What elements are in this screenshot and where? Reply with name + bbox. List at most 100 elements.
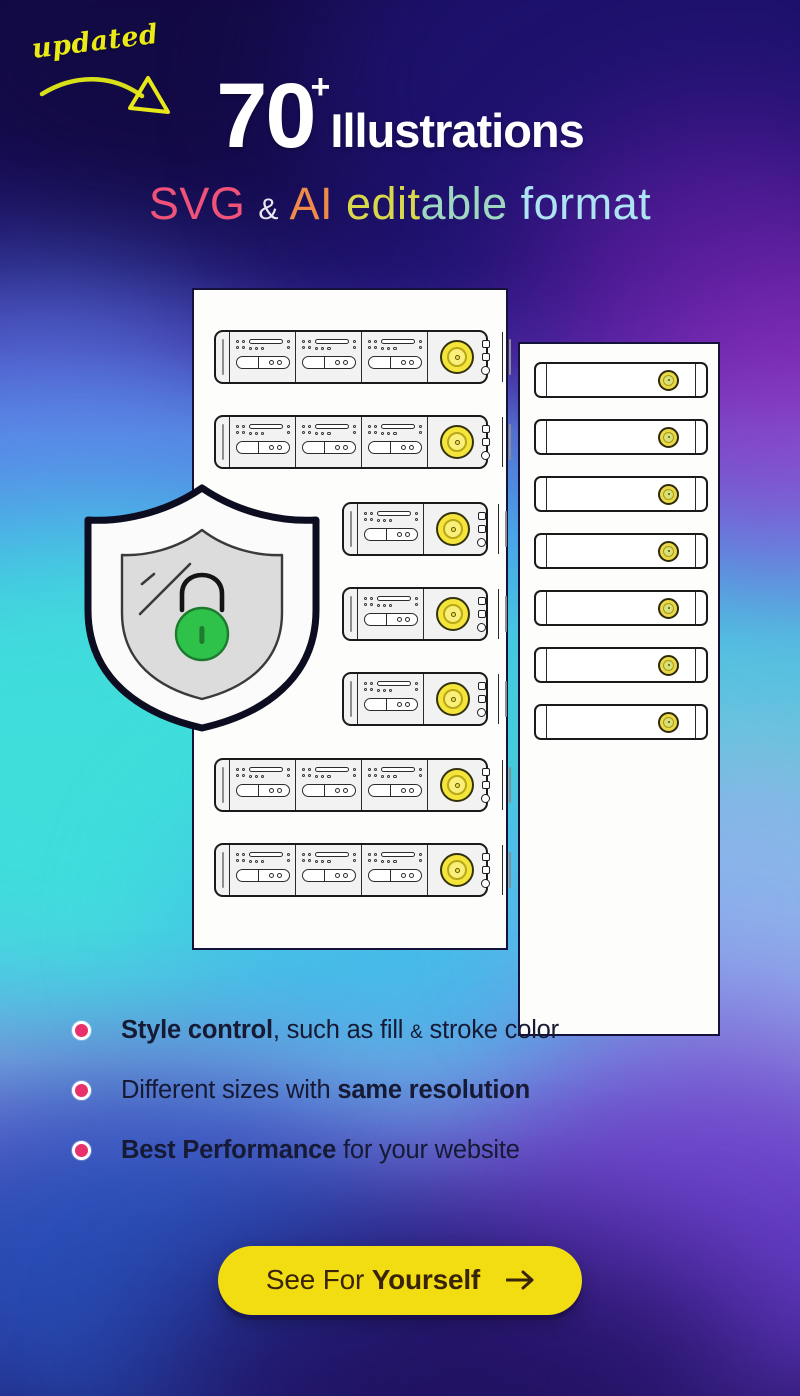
unit-segment (296, 332, 363, 382)
feature-item-style-control: Style control, such as fill & stroke col… (0, 1000, 800, 1060)
yellow-knob-small-icon (658, 654, 679, 676)
unit-ear-left (536, 706, 547, 738)
yellow-knob-icon (436, 512, 471, 546)
status-dots (364, 594, 419, 609)
status-dots (368, 850, 423, 865)
unit-ear-right (498, 504, 512, 554)
yellow-knob-icon (440, 340, 475, 374)
drive-bay (236, 784, 291, 797)
yellow-knob-icon (440, 425, 475, 459)
control-buttons (477, 681, 487, 717)
control-buttons (481, 852, 491, 888)
feature-text: Style control, such as fill & stroke col… (121, 1016, 559, 1045)
headline-word: Illustrations (330, 104, 584, 157)
status-dots (302, 422, 357, 437)
unit-ear-right (695, 592, 706, 624)
status-dots (368, 765, 423, 780)
slot-bar (314, 852, 349, 858)
control-buttons (481, 767, 491, 803)
see-for-yourself-button[interactable]: See For Yourself (217, 1246, 583, 1315)
yellow-knob-small-icon (658, 483, 679, 505)
unit-ear-left (536, 535, 547, 567)
slot-bar (248, 852, 283, 858)
feature-rest: for your website (336, 1135, 520, 1164)
unit-segment (230, 332, 297, 382)
subtitle-amp: & (258, 193, 279, 226)
yellow-knob-icon (436, 682, 471, 716)
subtitle-able: able (420, 178, 508, 229)
rack-unit-wide (214, 330, 511, 384)
feature-text: Best Performance for your website (121, 1136, 520, 1165)
control-buttons (477, 596, 487, 632)
yellow-knob-small-icon (658, 369, 679, 391)
unit-ear-left (344, 674, 358, 724)
control-panel (428, 417, 502, 467)
unit-ear-right (695, 535, 706, 567)
yellow-knob-icon (436, 597, 471, 631)
unit-ear-left (536, 478, 547, 510)
rack-unit-wide (214, 415, 511, 469)
unit-segment (362, 417, 429, 467)
unit-ear-left (536, 364, 547, 396)
unit-body (358, 504, 498, 554)
yellow-knob-small-icon (658, 540, 679, 562)
unit-segment (230, 845, 297, 895)
unit-ear-left (216, 845, 230, 895)
slot-bar (381, 424, 415, 430)
slot-bar (248, 339, 283, 345)
unit-body (547, 592, 695, 624)
cta-label-bold: Yourself (371, 1264, 481, 1295)
unit-ear-right (695, 706, 706, 738)
feature-item-performance: Best Performance for your website (0, 1120, 800, 1180)
unit-ear-left (216, 332, 230, 382)
unit-ear-left (536, 592, 547, 624)
control-panel (428, 332, 502, 382)
drive-bay (302, 441, 357, 454)
drive-bay (368, 441, 423, 454)
slot-bar (314, 339, 349, 345)
yellow-knob-icon (440, 853, 475, 887)
feature-bold-tail: same resolution (337, 1075, 530, 1104)
unit-ear-right (695, 649, 706, 681)
control-panel (424, 674, 498, 724)
unit-ear-left (536, 649, 547, 681)
unit-body (230, 417, 502, 467)
slot-bar (248, 424, 283, 430)
side-rack-unit (534, 362, 708, 398)
slot-bar (314, 767, 349, 773)
status-dots (364, 509, 419, 524)
control-panel (428, 845, 502, 895)
drive-bay (302, 869, 357, 882)
feature-amp: & (410, 1021, 423, 1043)
bullet-dot-icon (72, 1020, 91, 1040)
unit-ear-left (344, 589, 358, 639)
drive-bay (302, 356, 357, 369)
unit-segment (296, 845, 363, 895)
feature-bold-lead: Best Performance (121, 1135, 337, 1164)
feature-bold-lead: Style control (121, 1015, 273, 1044)
slot-bar (381, 339, 415, 345)
unit-segment (362, 332, 429, 382)
side-rack-unit (534, 419, 708, 455)
rack-unit-narrow (342, 587, 507, 641)
unit-ear-left (216, 417, 230, 467)
rack-unit-wide (214, 758, 511, 812)
control-panel (428, 760, 502, 810)
drive-bay (364, 698, 419, 711)
slot-bar (381, 767, 415, 773)
drive-bay (368, 869, 423, 882)
status-dots (236, 337, 291, 352)
status-dots (368, 337, 423, 352)
status-dots (364, 679, 419, 694)
unit-ear-right (695, 478, 706, 510)
unit-ear-right (502, 417, 516, 467)
unit-segment (358, 674, 425, 724)
drive-bay (236, 356, 291, 369)
shield-lock-icon (84, 484, 320, 732)
status-dots (236, 765, 291, 780)
cta-label: See For Yourself (266, 1264, 480, 1296)
unit-ear-right (695, 364, 706, 396)
rack-unit-wide (214, 843, 511, 897)
status-dots (302, 850, 357, 865)
unit-segment (296, 760, 363, 810)
